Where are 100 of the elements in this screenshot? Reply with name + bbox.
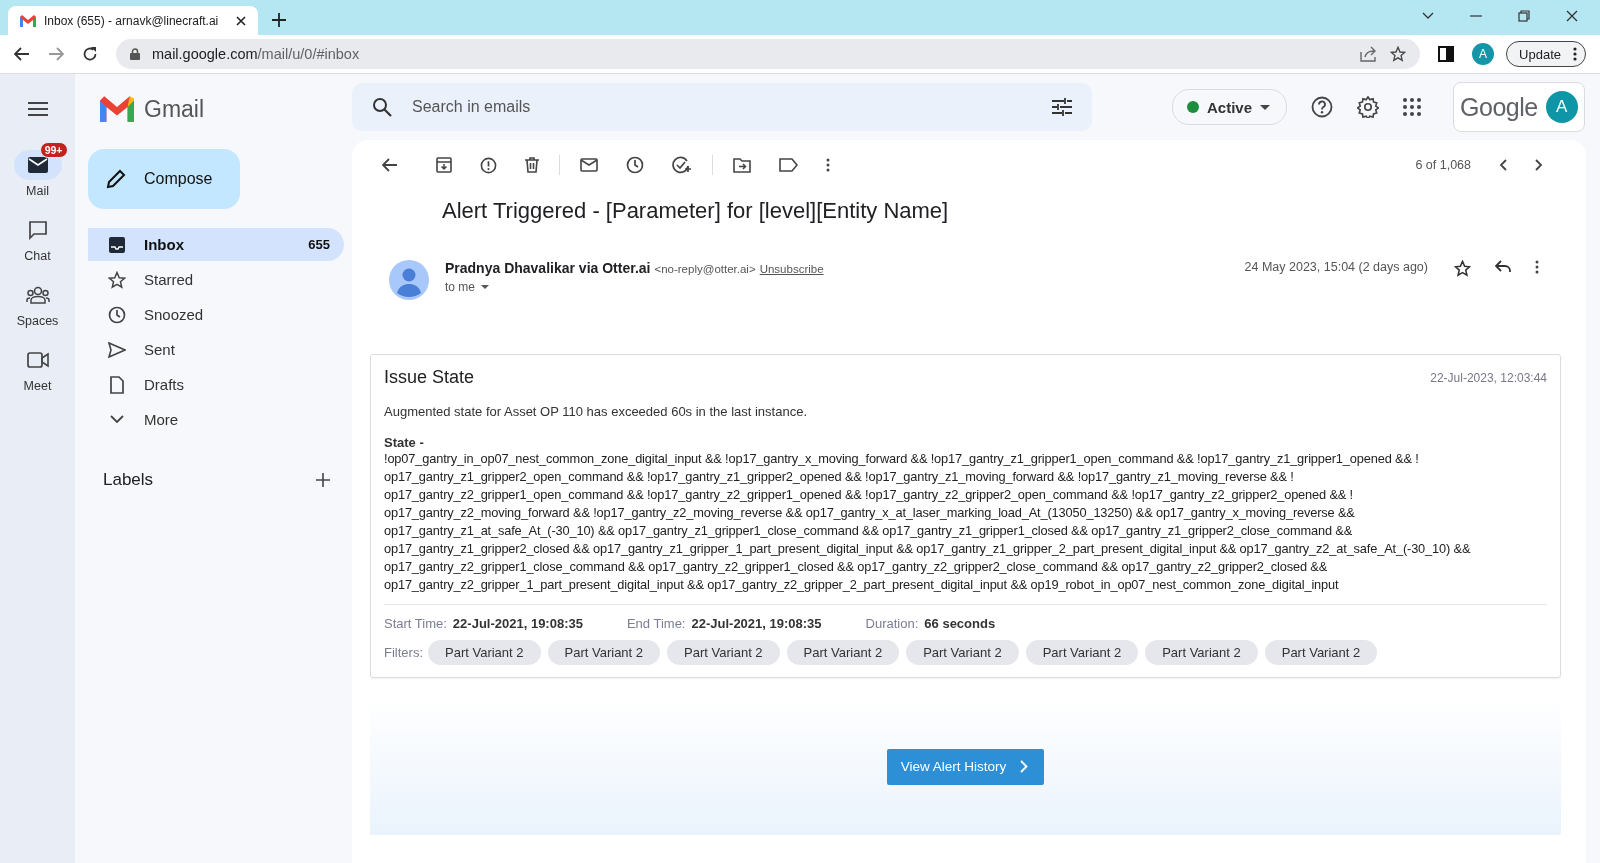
share-icon[interactable] bbox=[1360, 46, 1379, 62]
filter-chip: Part Variant 2 bbox=[1145, 640, 1258, 665]
lock-icon bbox=[130, 48, 140, 60]
settings-icon[interactable] bbox=[1357, 96, 1380, 118]
meta-label: End Time: bbox=[626, 616, 686, 631]
document-icon bbox=[108, 375, 126, 394]
meta-value: 22-Jul-2021, 19:08:35 bbox=[452, 616, 583, 631]
more-vertical-icon[interactable] bbox=[826, 158, 830, 172]
archive-icon[interactable] bbox=[436, 157, 452, 173]
nav-item[interactable]: More bbox=[88, 403, 344, 436]
filters-label: Filters: bbox=[384, 645, 423, 660]
email-date: 24 May 2023, 15:04 (2 days ago) bbox=[1244, 260, 1428, 274]
summary-text: Augmented state for Asset OP 110 has exceeded 60s in the last instance. bbox=[384, 404, 808, 419]
more-vertical-icon bbox=[1573, 47, 1577, 61]
clock-icon[interactable] bbox=[626, 156, 644, 174]
state-expression-line: op17_gantry_z2_gripper1_close_command && op17_gantry_z2_gripper1_closed && op17_gantry_z2_gripper2_close_command && op17_gantry_z2_gripper2_closed && bbox=[384, 558, 1329, 576]
filter-chip: Part Variant 2 bbox=[667, 640, 780, 665]
app-name: Gmail bbox=[144, 95, 205, 123]
unread-badge: 99+ bbox=[39, 142, 68, 158]
recipient-dropdown[interactable]: to me bbox=[445, 280, 824, 294]
reload-icon[interactable] bbox=[82, 46, 98, 62]
meta-label: Duration: bbox=[865, 616, 919, 631]
search-bar[interactable]: Search in emails bbox=[352, 83, 1092, 131]
folder-arrow-icon[interactable] bbox=[733, 157, 751, 173]
chat-bubble-icon bbox=[27, 220, 48, 240]
account-button[interactable]: Google A bbox=[1453, 82, 1585, 132]
people-icon bbox=[25, 286, 50, 304]
state-expression-line: op17_gantry_z1_gripper2_closed && op17_gantry_z1_gripper_1_part_present_digital_input && op17_gantry_z1_gripper_2_part_present_digital_input && op17_gantry_z2_at_safe_At_(-30_10) && bbox=[384, 540, 1472, 558]
inbox-icon bbox=[108, 236, 126, 253]
search-field[interactable]: Search in emails bbox=[410, 97, 1034, 117]
caret-icon bbox=[1260, 104, 1271, 110]
filter-sliders-icon[interactable] bbox=[1052, 98, 1072, 116]
rail-item[interactable]: 99+ Mail bbox=[5, 140, 70, 198]
close-icon[interactable] bbox=[236, 15, 246, 26]
profile-avatar[interactable]: A bbox=[1472, 43, 1495, 65]
meta-value: 66 seconds bbox=[924, 616, 996, 631]
gmail-logo-icon bbox=[20, 14, 36, 27]
star-icon[interactable] bbox=[1454, 260, 1471, 277]
view-alert-history-button[interactable]: View Alert History bbox=[886, 748, 1045, 785]
filter-chip: Part Variant 2 bbox=[1264, 640, 1378, 665]
exclamation-circle-icon[interactable] bbox=[480, 156, 497, 174]
apps-grid-icon[interactable] bbox=[1403, 98, 1422, 116]
check-plus-icon[interactable] bbox=[672, 156, 692, 174]
caret-icon bbox=[481, 285, 489, 289]
nav-item[interactable]: Inbox 655 bbox=[88, 228, 344, 261]
plus-icon[interactable] bbox=[316, 473, 330, 487]
filter-chip: Part Variant 2 bbox=[1025, 640, 1139, 665]
help-icon[interactable] bbox=[1311, 96, 1334, 118]
gmail-logo-icon bbox=[100, 96, 134, 122]
chevron-right-icon bbox=[1020, 760, 1029, 773]
envelope-icon bbox=[27, 157, 48, 173]
sender-email: <no-reply@otter.ai> bbox=[654, 263, 756, 275]
pencil-icon bbox=[106, 169, 126, 189]
card-title: Issue State bbox=[384, 367, 475, 388]
envelope-icon[interactable] bbox=[580, 158, 598, 172]
new-tab-icon[interactable] bbox=[272, 13, 286, 27]
nav-item[interactable]: Sent bbox=[88, 333, 344, 366]
labels-heading: Labels bbox=[103, 470, 154, 490]
avatar-silhouette-icon bbox=[389, 260, 429, 300]
back-arrow-icon[interactable] bbox=[382, 158, 398, 172]
menu-icon[interactable] bbox=[27, 102, 48, 116]
url-text: mail.google.com/mail/u/0/#inbox bbox=[152, 46, 360, 62]
reply-arrow-icon[interactable] bbox=[1495, 260, 1511, 273]
rail-item[interactable]: Meet bbox=[5, 335, 70, 393]
unsubscribe-link[interactable]: Unsubscribe bbox=[759, 263, 824, 275]
restore-icon[interactable] bbox=[1518, 10, 1530, 22]
more-vertical-icon[interactable] bbox=[1535, 260, 1539, 274]
chevron-right-icon[interactable] bbox=[1535, 159, 1543, 171]
status-dropdown[interactable]: Active bbox=[1172, 89, 1288, 125]
side-panel-icon[interactable] bbox=[1438, 46, 1455, 62]
chevron-down-icon[interactable] bbox=[1422, 12, 1434, 20]
browser-tab[interactable]: Inbox (655) - arnavk@linecraft.ai bbox=[8, 6, 258, 35]
nav-item[interactable]: Snoozed bbox=[88, 298, 344, 331]
email-subject: Alert Triggered - [Parameter] for [level][Entity Name] bbox=[441, 197, 950, 224]
nav-item[interactable]: Drafts bbox=[88, 368, 344, 401]
state-label: State - bbox=[384, 435, 425, 450]
search-icon bbox=[372, 97, 392, 117]
filter-chip: Part Variant 2 bbox=[547, 640, 661, 665]
star-icon[interactable] bbox=[1390, 46, 1407, 62]
sender-name: Pradnya Dhavalikar via Otter.ai bbox=[445, 260, 651, 276]
rail-item[interactable]: Spaces bbox=[5, 270, 70, 328]
filter-chip: Part Variant 2 bbox=[786, 640, 900, 665]
update-button[interactable]: Update bbox=[1506, 41, 1586, 67]
card-timestamp: 22-Jul-2023, 12:03:44 bbox=[1430, 370, 1547, 385]
star-icon bbox=[108, 270, 126, 289]
nav-item[interactable]: Starred bbox=[88, 263, 344, 296]
tab-title: Inbox (655) - arnavk@linecraft.ai bbox=[44, 13, 220, 28]
close-icon[interactable] bbox=[1566, 10, 1578, 22]
rail-item[interactable]: Chat bbox=[5, 205, 70, 263]
trash-icon[interactable] bbox=[525, 157, 539, 173]
compose-button[interactable]: Compose bbox=[88, 149, 240, 209]
address-field[interactable]: mail.google.com/mail/u/0/#inbox bbox=[116, 39, 1421, 69]
label-tag-icon[interactable] bbox=[779, 158, 798, 172]
forward-arrow-icon[interactable] bbox=[48, 47, 64, 61]
back-arrow-icon[interactable] bbox=[14, 47, 30, 61]
chevron-left-icon[interactable] bbox=[1499, 159, 1507, 171]
state-expression-line: op17_gantry_z2_gripper_1_part_present_digital_input && op17_gantry_z2_gripper_2_part_present_digital_input && op19_robot_in_op07_nest_common_zone_digital_input bbox=[384, 576, 1340, 594]
clock-icon bbox=[108, 305, 126, 324]
pagination-text: 6 of 1,068 bbox=[1415, 158, 1471, 172]
send-icon bbox=[108, 341, 126, 358]
